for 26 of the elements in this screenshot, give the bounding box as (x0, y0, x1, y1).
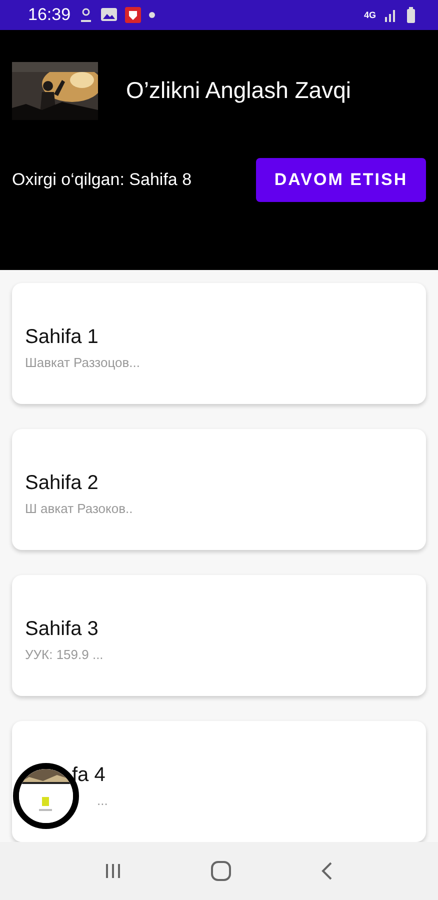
image-icon (100, 8, 117, 22)
notification-icon (78, 8, 93, 22)
battery-icon (406, 6, 416, 23)
network-label: 4G (364, 10, 376, 20)
recent-apps-icon[interactable] (104, 862, 122, 880)
page-subtitle: УУК: 159.9 ... (25, 646, 104, 662)
page-subtitle: ... (97, 792, 108, 808)
page-subtitle: Шавкат Раззоцов... (25, 354, 140, 370)
page-title: Sahifa 2 (25, 472, 98, 494)
page-subtitle: Ш авкат Разоков.. (25, 500, 133, 516)
page-card[interactable]: fa 4 ... (12, 721, 426, 842)
page-title: Sahifa 1 (25, 326, 98, 348)
book-title: O’zlikni Anglash Zavqi (126, 77, 351, 104)
home-icon[interactable] (210, 860, 232, 882)
shield-icon (124, 6, 141, 23)
continue-button[interactable]: DAVOM ETISH (256, 158, 426, 202)
dot-icon (148, 12, 155, 18)
page-title: Sahifa 3 (25, 618, 98, 640)
page-title: fa 4 (72, 764, 106, 786)
page-card[interactable]: Sahifa 3 УУК: 159.9 ... (12, 575, 426, 696)
back-icon[interactable] (320, 861, 334, 881)
status-time: 16:39 (28, 4, 71, 25)
page-card[interactable]: Sahifa 1 Шавкат Раззоцов... (12, 283, 426, 404)
last-read-label: Oxirgi o‘qilgan: Sahifa 8 (12, 170, 192, 190)
signal-icon (384, 8, 398, 22)
page-card[interactable]: Sahifa 2 Ш авкат Разоков.. (12, 429, 426, 550)
